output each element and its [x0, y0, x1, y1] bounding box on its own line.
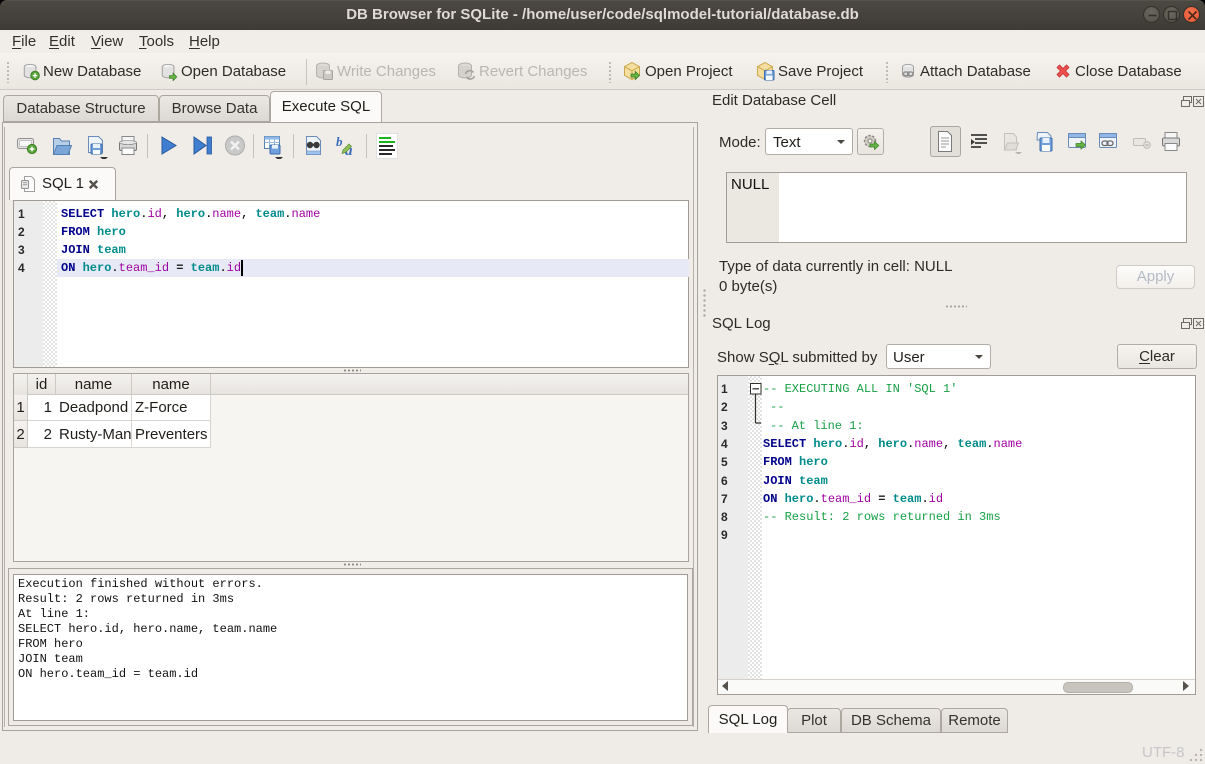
svg-text:b: b	[336, 134, 343, 149]
